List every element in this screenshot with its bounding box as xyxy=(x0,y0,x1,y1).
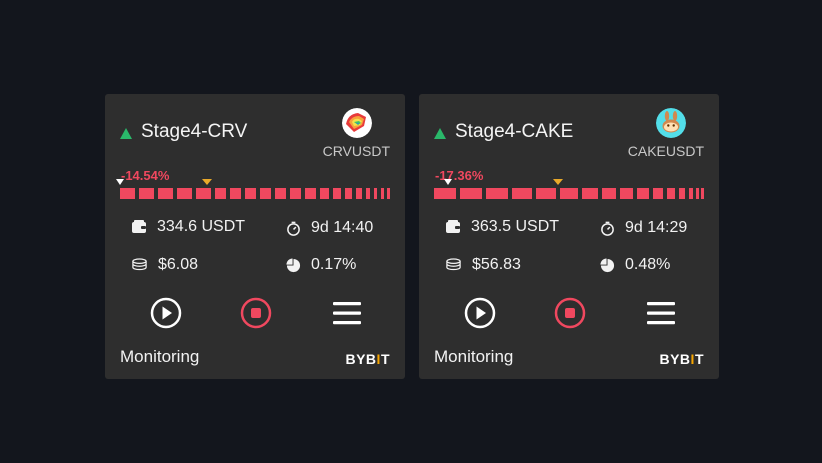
profit-stat: $6.08 xyxy=(131,256,198,274)
investment-value: 363.5 USDT xyxy=(471,218,560,235)
coins-icon xyxy=(446,258,461,271)
runtime-value: 9d 14:29 xyxy=(625,219,688,236)
play-button[interactable] xyxy=(150,297,182,329)
timer-icon xyxy=(601,221,614,236)
runtime-stat: 9d 14:29 xyxy=(600,219,687,237)
pie-chart-icon xyxy=(600,257,615,272)
investment-stat: 334.6 USDT xyxy=(131,218,245,236)
profit-ratio-value: 0.17% xyxy=(311,256,357,273)
pie-chart-icon xyxy=(286,257,301,272)
investment-value: 334.6 USDT xyxy=(157,218,246,235)
bot-title: Stage4-CRV xyxy=(141,121,248,142)
trend-up-icon xyxy=(120,128,132,139)
play-button[interactable] xyxy=(464,297,496,329)
runtime-value: 9d 14:40 xyxy=(311,219,374,236)
investment-stat: 363.5 USDT xyxy=(445,218,559,236)
profit-ratio-value: 0.48% xyxy=(625,256,671,273)
bot-card-crv[interactable]: Stage4-CRV CRVUSDT -14.54% 334.6 USDT 9d… xyxy=(105,94,405,379)
grid-levels-bar xyxy=(120,188,390,199)
wallet-icon xyxy=(132,220,146,233)
grid-levels-bar xyxy=(434,188,704,199)
menu-button[interactable] xyxy=(645,297,677,329)
stop-button[interactable] xyxy=(240,297,272,329)
menu-button[interactable] xyxy=(331,297,363,329)
entry-price-marker xyxy=(116,179,124,185)
stop-button[interactable] xyxy=(554,297,586,329)
coins-icon xyxy=(132,258,147,271)
trading-pair: CRVUSDT xyxy=(322,143,390,159)
pnl-percent: -17.36% xyxy=(435,168,484,183)
profit-ratio-stat: 0.17% xyxy=(286,256,356,274)
pnl-percent: -14.54% xyxy=(121,168,170,183)
profit-stat: $56.83 xyxy=(445,256,521,274)
timer-icon xyxy=(287,221,300,236)
bot-card-cake[interactable]: Stage4-CAKE CAKEUSDT -17.36% 363.5 USDT xyxy=(419,94,719,379)
trend-up-icon xyxy=(434,128,446,139)
current-price-marker xyxy=(553,179,563,185)
wallet-icon xyxy=(446,220,460,233)
bot-status: Monitoring xyxy=(120,347,200,366)
current-price-marker xyxy=(202,179,212,185)
bot-title: Stage4-CAKE xyxy=(455,121,574,142)
profit-value: $6.08 xyxy=(158,256,199,273)
crv-logo-icon xyxy=(342,108,372,138)
cake-logo-icon xyxy=(656,108,686,138)
exchange-logo: BYBIT xyxy=(345,351,390,367)
exchange-logo: BYBIT xyxy=(659,351,704,367)
profit-ratio-stat: 0.48% xyxy=(600,256,670,274)
trading-pair: CAKEUSDT xyxy=(627,143,704,159)
runtime-stat: 9d 14:40 xyxy=(286,219,373,237)
profit-value: $56.83 xyxy=(472,256,521,273)
bot-status: Monitoring xyxy=(434,347,514,366)
entry-price-marker xyxy=(444,179,452,185)
